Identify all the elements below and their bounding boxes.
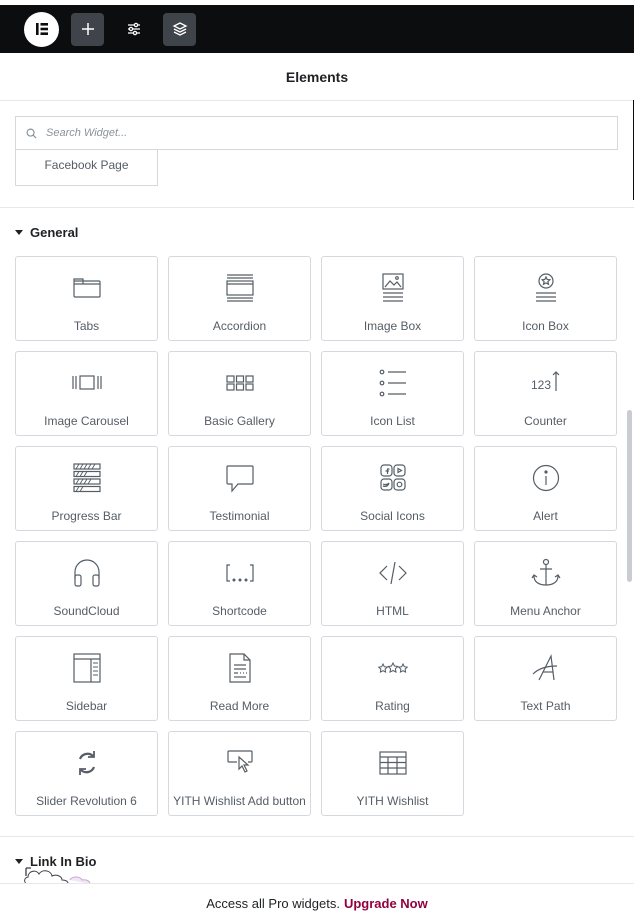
table-icon: [378, 751, 407, 775]
upgrade-footer: Access all Pro widgets. Upgrade Now: [0, 883, 634, 923]
elementor-logo-icon[interactable]: [24, 11, 59, 47]
divider: [0, 836, 634, 837]
widget-label: Menu Anchor: [510, 604, 581, 618]
alert-icon: [532, 464, 559, 492]
svg-text:123: 123: [531, 378, 551, 392]
widget-tile-alert[interactable]: Alert: [474, 446, 617, 531]
divider: [0, 207, 634, 208]
footer-text: Access all Pro widgets.: [206, 896, 340, 911]
widget-tile-accordion[interactable]: Accordion: [168, 256, 311, 341]
widget-tile-rating[interactable]: Rating: [321, 636, 464, 721]
widget-tile-yith-wishlist[interactable]: YITH Wishlist: [321, 731, 464, 816]
widget-label: Icon Box: [522, 319, 569, 333]
widget-tile-tabs[interactable]: Tabs: [15, 256, 158, 341]
widget-tile-testimonial[interactable]: Testimonial: [168, 446, 311, 531]
social-icons-icon: [379, 464, 406, 491]
widget-tile-soundcloud[interactable]: SoundCloud: [15, 541, 158, 626]
search-input[interactable]: [46, 127, 617, 139]
widget-label: Testimonial: [209, 509, 270, 523]
testimonial-icon: [225, 465, 254, 493]
widget-label: Facebook Page: [44, 158, 129, 172]
top-bar: [0, 5, 634, 53]
widget-label: Counter: [524, 414, 567, 428]
widget-label: YITH Wishlist: [356, 794, 429, 808]
widget-label: Read More: [209, 699, 270, 713]
widget-tile-social-icons[interactable]: Social Icons: [321, 446, 464, 531]
widget-tile-slider-revolution[interactable]: Slider Revolution 6: [15, 731, 158, 816]
widget-label: Tabs: [73, 319, 100, 333]
widget-tile-progress-bar[interactable]: Progress Bar: [15, 446, 158, 531]
site-settings-button[interactable]: [117, 13, 150, 46]
widget-label: Shortcode: [212, 604, 267, 618]
upgrade-now-link[interactable]: Upgrade Now: [344, 896, 428, 911]
search-box: [15, 116, 618, 150]
widget-label: Text Path: [520, 699, 571, 713]
widget-label: Slider Revolution 6: [36, 794, 137, 808]
widget-label: SoundCloud: [53, 604, 120, 618]
pointer-click-icon: [226, 750, 253, 773]
read-more-icon: [228, 653, 251, 683]
code-icon: [378, 561, 407, 585]
icon-box-icon: [535, 273, 556, 302]
caret-down-icon: [15, 230, 23, 235]
refresh-icon: [78, 751, 95, 775]
widget-tile-menu-anchor[interactable]: Menu Anchor: [474, 541, 617, 626]
image-box-icon: [381, 273, 404, 302]
widget-tile-image-box[interactable]: Image Box: [321, 256, 464, 341]
progress-bar-icon: [72, 463, 101, 493]
category-general-toggle[interactable]: General: [15, 225, 78, 240]
headphones-icon: [73, 559, 100, 587]
widget-tile-yith-wishlist-add-button[interactable]: YITH Wishlist Add button: [168, 731, 311, 816]
sliders-icon: [127, 22, 140, 36]
widget-tile-shortcode[interactable]: Shortcode: [168, 541, 311, 626]
widget-tile-html[interactable]: HTML: [321, 541, 464, 626]
widget-tile-counter[interactable]: 123 Counter: [474, 351, 617, 436]
accordion-icon: [225, 274, 254, 302]
widget-label: YITH Wishlist Add button: [173, 794, 306, 808]
scrollbar-thumb[interactable]: [627, 410, 632, 582]
add-element-button[interactable]: [71, 12, 104, 46]
counter-icon: 123: [531, 371, 559, 392]
icon-list-icon: [379, 369, 406, 397]
widget-label: Image Box: [363, 319, 422, 333]
sidebar-icon: [72, 653, 101, 683]
shortcode-icon: [225, 564, 254, 582]
panel-header: Elements: [0, 53, 634, 101]
gallery-icon: [225, 375, 254, 391]
text-path-icon: [532, 653, 557, 681]
widget-label: Progress Bar: [51, 509, 122, 523]
widget-tile-text-path[interactable]: Text Path: [474, 636, 617, 721]
search-icon: [26, 128, 37, 139]
widget-label: Image Carousel: [44, 414, 129, 428]
widget-tile-icon-list[interactable]: Icon List: [321, 351, 464, 436]
widget-label: Basic Gallery: [204, 414, 275, 428]
widget-tile-icon-box[interactable]: Icon Box: [474, 256, 617, 341]
widget-grid: Tabs Accordion Image Box Icon Box Image …: [15, 256, 618, 816]
widget-tile-basic-gallery[interactable]: Basic Gallery: [168, 351, 311, 436]
widget-label: Icon List: [370, 414, 415, 428]
category-title: General: [30, 225, 79, 240]
widget-label: Social Icons: [360, 509, 425, 523]
widget-label: Accordion: [212, 319, 267, 333]
widget-tile-read-more[interactable]: Read More: [168, 636, 311, 721]
tabs-icon: [72, 278, 101, 298]
widget-label: Alert: [533, 509, 558, 523]
widget-label: Sidebar: [65, 699, 108, 713]
structure-button[interactable]: [163, 12, 196, 46]
image-carousel-icon: [71, 375, 102, 390]
layers-icon: [172, 22, 187, 36]
widget-label: HTML: [376, 604, 409, 618]
rating-icon: [377, 661, 408, 674]
widget-tile-sidebar[interactable]: Sidebar: [15, 636, 158, 721]
page-title: Elements: [285, 68, 349, 85]
widget-label: Rating: [375, 699, 410, 713]
plus-icon: [81, 23, 94, 35]
anchor-icon: [531, 558, 560, 586]
widget-tile-image-carousel[interactable]: Image Carousel: [15, 351, 158, 436]
